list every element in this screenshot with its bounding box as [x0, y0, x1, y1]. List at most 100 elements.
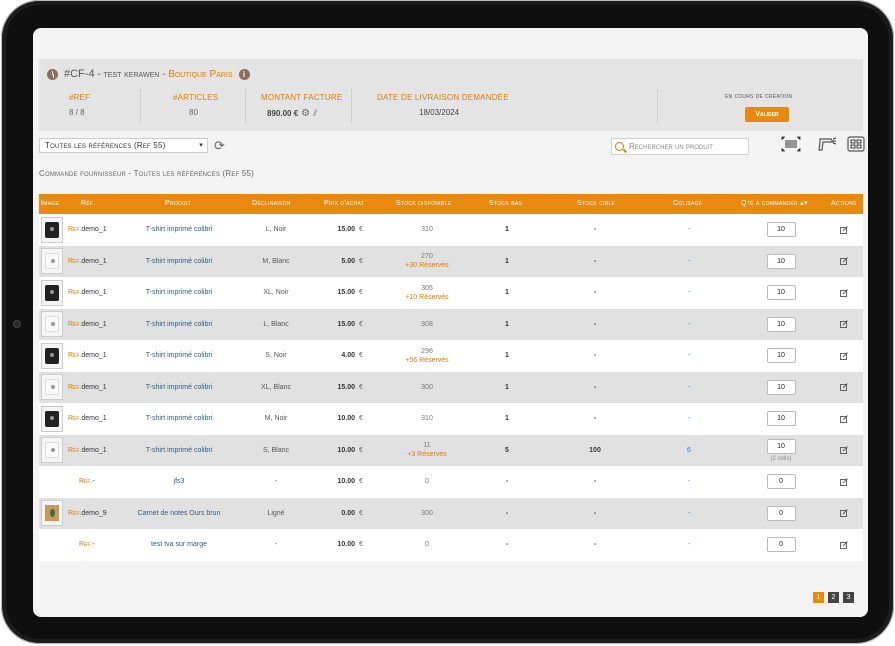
order-header: #CF-4 - test kerawen - Boutique Paris i	[47, 68, 250, 80]
cell-declination: XL, Blanc	[261, 383, 291, 391]
product-thumbnail[interactable]	[41, 279, 63, 306]
product-link[interactable]: T-shirt imprimé colibri	[129, 277, 229, 309]
edit-icon[interactable]	[840, 466, 852, 498]
th-product: Produit	[165, 200, 191, 207]
stock-value: 270	[421, 253, 433, 261]
product-image	[45, 316, 59, 333]
stock-value: 0	[425, 478, 429, 486]
qty-input[interactable]: 10	[766, 438, 796, 454]
th-stock-low: Stock bas	[489, 200, 523, 207]
product-thumbnail[interactable]	[41, 405, 63, 432]
grid-icon[interactable]	[846, 136, 866, 154]
product-link[interactable]: test tva sur marge	[129, 529, 229, 561]
edit-icon[interactable]	[840, 372, 852, 404]
cell-image	[41, 372, 65, 404]
scanner-icon[interactable]	[817, 136, 837, 154]
product-link[interactable]: Carnet de notes Ours brun	[129, 498, 229, 530]
cell-stock-target: -	[593, 415, 597, 423]
product-image	[45, 442, 59, 459]
edit-icon[interactable]	[840, 309, 852, 341]
page-2-button[interactable]: 2	[828, 592, 839, 603]
page-3-button[interactable]: 3	[843, 592, 854, 603]
qty-input[interactable]: 10	[766, 222, 796, 238]
cell-currency: €	[359, 541, 363, 549]
gear-icon[interactable]: ⚙	[301, 108, 310, 119]
qty-input[interactable]: 0	[766, 505, 796, 521]
barcode-icon[interactable]	[781, 136, 801, 154]
cell-qty: 0	[761, 529, 801, 561]
product-thumbnail[interactable]	[41, 374, 63, 401]
product-link[interactable]: T-shirt imprimé colibri	[129, 214, 229, 246]
edit-icon[interactable]	[840, 340, 852, 372]
stock-value: 310	[421, 226, 433, 234]
reserved-badge: +56 Réservés	[405, 356, 449, 364]
cell-stock-target: -	[593, 257, 597, 265]
edit-icon[interactable]	[840, 403, 852, 435]
product-link[interactable]: T-shirt imprimé colibri	[129, 435, 229, 467]
cell-ref: Réf.demo_9	[68, 498, 107, 530]
product-image	[45, 221, 59, 238]
edit-icon[interactable]	[840, 529, 852, 561]
paperclip-icon[interactable]: ⫽	[313, 108, 317, 119]
edit-icon[interactable]	[840, 498, 852, 530]
product-thumbnail[interactable]	[41, 248, 63, 275]
refresh-icon[interactable]: ⟳	[214, 138, 230, 154]
product-thumbnail[interactable]	[41, 311, 63, 338]
cell-stock-target: -	[593, 383, 597, 391]
cell-image	[41, 403, 65, 435]
cell-qty: 10	[761, 246, 801, 278]
product-link[interactable]: T-shirt imprimé colibri	[129, 246, 229, 278]
cell-ref: Réf.demo_1	[68, 435, 107, 467]
info-icon[interactable]: i	[238, 68, 250, 80]
edit-icon[interactable]	[840, 435, 852, 467]
product-link[interactable]: jfs3	[129, 466, 229, 498]
product-image	[45, 253, 59, 270]
edit-icon[interactable]	[840, 277, 852, 309]
product-thumbnail[interactable]	[41, 500, 63, 527]
cell-price: 10.00	[337, 415, 355, 423]
order-separator-2: -	[162, 69, 166, 80]
th-ref: Réf.	[81, 200, 96, 207]
product-search-input[interactable]: Rechercher un produit	[611, 138, 749, 155]
cell-image	[41, 435, 65, 467]
cell-stock-low: 5	[505, 446, 509, 454]
order-summary-panel: #CF-4 - test kerawen - Boutique Paris i …	[39, 59, 863, 131]
cell-ref: Réf.-	[79, 529, 95, 561]
reserved-badge: +3 Réservés	[407, 451, 447, 459]
qty-input[interactable]: 10	[766, 285, 796, 301]
stock-value: 300	[421, 509, 433, 517]
cell-stock-target: -	[593, 352, 597, 360]
page-1-button[interactable]: 1	[813, 592, 824, 603]
product-link[interactable]: T-shirt imprimé colibri	[129, 340, 229, 372]
th-stock: Stock disponible	[396, 200, 452, 207]
cell-declination: Ligné	[267, 509, 285, 517]
product-thumbnail[interactable]	[41, 216, 63, 243]
cell-pack: -	[687, 320, 691, 328]
cell-stock-low: -	[505, 478, 509, 486]
reference-filter-select[interactable]: Toutes les références (Ref 55) ▾	[39, 138, 208, 153]
stock-value: 305	[421, 284, 433, 292]
validate-button[interactable]: Valider	[745, 107, 789, 122]
edit-icon[interactable]	[840, 214, 852, 246]
product-link[interactable]: T-shirt imprimé colibri	[129, 403, 229, 435]
cell-stock-target: -	[593, 226, 597, 234]
ref-prefix: Réf.	[68, 383, 82, 391]
product-thumbnail[interactable]	[41, 437, 63, 464]
qty-input[interactable]: 10	[766, 411, 796, 427]
product-thumbnail[interactable]	[41, 342, 63, 369]
qty-input[interactable]: 10	[766, 379, 796, 395]
qty-input[interactable]: 0	[766, 474, 796, 490]
edit-icon[interactable]	[840, 246, 852, 278]
qty-input[interactable]: 10	[766, 253, 796, 269]
product-link[interactable]: T-shirt imprimé colibri	[129, 309, 229, 341]
order-name: test kerawen	[103, 69, 160, 80]
clock-icon[interactable]	[47, 68, 58, 80]
cell-ref: Réf.demo_1	[68, 403, 107, 435]
cell-stock: 0	[387, 466, 467, 498]
qty-input[interactable]: 10	[766, 316, 796, 332]
qty-input[interactable]: 0	[766, 537, 796, 553]
product-link[interactable]: T-shirt imprimé colibri	[129, 372, 229, 404]
cell-declination: -	[274, 541, 278, 549]
qty-input[interactable]: 10	[766, 348, 796, 364]
th-qty-sort[interactable]: Qté à commander ▴▾	[741, 194, 808, 214]
